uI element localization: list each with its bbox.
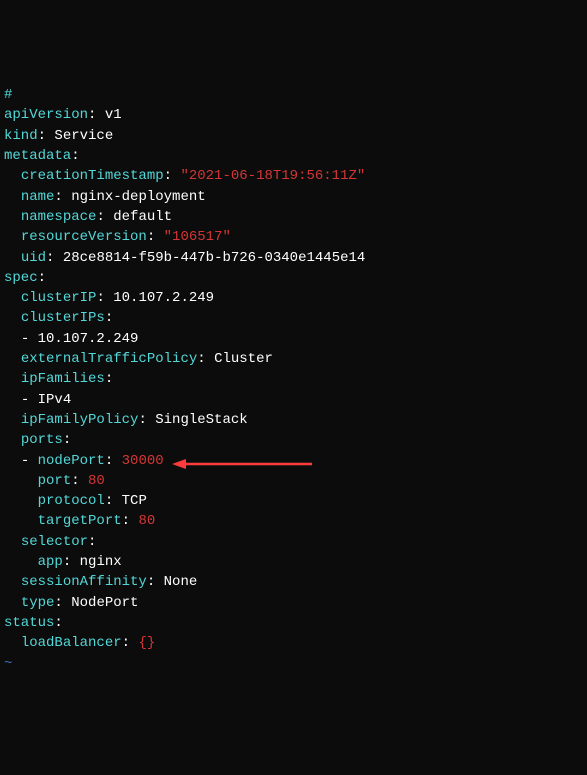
yaml-key: resourceVersion: [21, 229, 147, 245]
yaml-value-nodeport: 30000: [122, 453, 164, 469]
yaml-key: selector: [21, 534, 88, 550]
yaml-value: 80: [138, 513, 155, 529]
yaml-value: TCP: [122, 493, 147, 509]
yaml-value: 10.107.2.249: [113, 290, 214, 306]
yaml-list-item: 10.107.2.249: [38, 331, 139, 347]
yaml-value: nginx: [80, 554, 122, 570]
yaml-key: ipFamilies: [21, 371, 105, 387]
arrow-annotation-icon: [172, 457, 312, 471]
yaml-key: ports: [21, 432, 63, 448]
yaml-key: clusterIP: [21, 290, 97, 306]
yaml-key: sessionAffinity: [21, 574, 147, 590]
yaml-key: externalTrafficPolicy: [21, 351, 197, 367]
yaml-value: 28ce8814-f59b-447b-b726-0340e1445e14: [63, 250, 365, 266]
yaml-key: status: [4, 615, 54, 631]
yaml-value: {}: [138, 635, 155, 651]
yaml-value: v1: [105, 107, 122, 123]
yaml-key: creationTimestamp: [21, 168, 164, 184]
yaml-key: apiVersion: [4, 107, 88, 123]
yaml-key-nodeport: nodePort: [38, 453, 105, 469]
prompt-char: #: [4, 87, 12, 103]
yaml-key: port: [38, 473, 72, 489]
yaml-list-item: IPv4: [38, 392, 72, 408]
yaml-key: namespace: [21, 209, 97, 225]
yaml-key: uid: [21, 250, 46, 266]
yaml-value: nginx-deployment: [71, 189, 205, 205]
yaml-value: NodePort: [71, 595, 138, 611]
yaml-key: type: [21, 595, 55, 611]
yaml-value: "2021-06-18T19:56:11Z": [180, 168, 365, 184]
yaml-value: "106517": [164, 229, 231, 245]
yaml-key: metadata: [4, 148, 71, 164]
yaml-value: default: [113, 209, 172, 225]
vim-tilde: ~: [4, 656, 12, 672]
yaml-key: loadBalancer: [21, 635, 122, 651]
yaml-key: app: [38, 554, 63, 570]
yaml-key: ipFamilyPolicy: [21, 412, 139, 428]
yaml-key: clusterIPs: [21, 310, 105, 326]
yaml-value: None: [164, 574, 198, 590]
yaml-key: name: [21, 189, 55, 205]
yaml-value: Service: [54, 128, 113, 144]
yaml-key: targetPort: [38, 513, 122, 529]
yaml-value: 80: [88, 473, 105, 489]
terminal-output: # apiVersion: v1 kind: Service metadata:…: [4, 85, 583, 674]
yaml-value: SingleStack: [155, 412, 247, 428]
yaml-value: Cluster: [214, 351, 273, 367]
yaml-key: kind: [4, 128, 38, 144]
yaml-key: spec: [4, 270, 38, 286]
yaml-key: protocol: [38, 493, 105, 509]
